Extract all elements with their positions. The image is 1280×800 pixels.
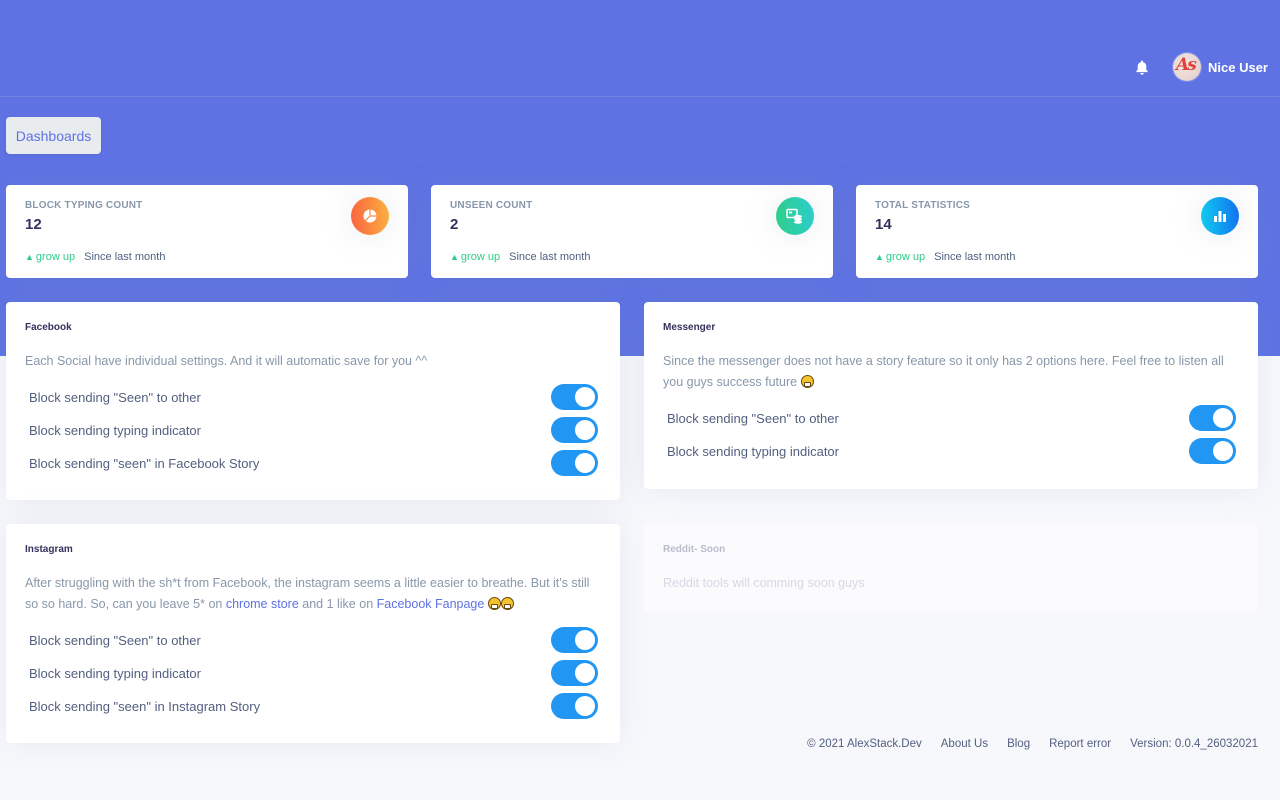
trend-label: grow up: [460, 251, 501, 263]
stat-trend: ▲ grow up Since last month: [875, 251, 1015, 263]
option-row: Block sending "seen" in Facebook Story: [29, 450, 598, 476]
toggle-block-story-seen[interactable]: [551, 693, 598, 719]
since-label: Since last month: [509, 251, 591, 263]
since-label: Since last month: [934, 251, 1016, 263]
chrome-store-link[interactable]: chrome store: [226, 597, 299, 611]
option-label: Block sending "seen" in Facebook Story: [29, 455, 260, 471]
pie-chart-icon: [351, 197, 389, 235]
stat-value: 14: [875, 216, 892, 233]
arrow-up-icon: ▲: [450, 252, 459, 262]
trend-label: grow up: [35, 251, 76, 263]
facebook-fanpage-link[interactable]: Facebook Fanpage: [377, 597, 485, 611]
option-row: Block sending "Seen" to other: [667, 405, 1236, 431]
option-label: Block sending typing indicator: [29, 665, 201, 681]
version-label: Version: 0.0.4_26032021: [1130, 738, 1258, 750]
option-label: Block sending typing indicator: [667, 443, 839, 459]
user-name[interactable]: Nice User: [1208, 60, 1268, 75]
avatar-initials: As: [1176, 55, 1197, 75]
stat-title: UNSEEN COUNT: [450, 200, 533, 211]
option-row: Block sending typing indicator: [667, 438, 1236, 464]
panel-description: Each Social have individual settings. An…: [25, 354, 428, 368]
panel-description: Reddit tools will comming soon guys: [663, 576, 865, 590]
toggle-block-seen[interactable]: [1189, 405, 1236, 431]
stat-value: 12: [25, 216, 42, 233]
stat-card-unseen: UNSEEN COUNT 2 ▲ grow up Since last month: [431, 185, 833, 278]
option-row: Block sending "Seen" to other: [29, 627, 598, 653]
toggle-block-typing[interactable]: [551, 417, 598, 443]
dashboards-button[interactable]: Dashboards: [6, 117, 101, 154]
panel-title: Instagram: [25, 544, 73, 555]
panel-title: Facebook: [25, 322, 72, 333]
toggle-block-seen[interactable]: [551, 627, 598, 653]
toggle-block-seen[interactable]: [551, 384, 598, 410]
arrow-up-icon: ▲: [25, 252, 34, 262]
grimacing-emoji-icon: [487, 597, 501, 610]
option-row: Block sending typing indicator: [29, 417, 598, 443]
toggle-block-typing[interactable]: [1189, 438, 1236, 464]
messenger-panel: Messenger Since the messenger does not h…: [644, 302, 1258, 489]
top-navbar: As Nice User: [0, 0, 1280, 97]
grinning-emoji-icon: [800, 375, 814, 388]
option-label: Block sending "seen" in Instagram Story: [29, 698, 261, 714]
trend-label: grow up: [885, 251, 926, 263]
stat-trend: ▲ grow up Since last month: [450, 251, 590, 263]
since-label: Since last month: [84, 251, 166, 263]
database-icon: [776, 197, 814, 235]
stat-title: BLOCK TYPING COUNT: [25, 200, 143, 211]
bar-chart-icon: [1201, 197, 1239, 235]
bell-icon[interactable]: [1135, 60, 1149, 76]
stat-card-block-typing: BLOCK TYPING COUNT 12 ▲ grow up Since las…: [6, 185, 408, 278]
copyright: © 2021 AlexStack.Dev: [807, 738, 922, 750]
instagram-panel: Instagram After struggling with the sh*t…: [6, 524, 620, 743]
option-row: Block sending "Seen" to other: [29, 384, 598, 410]
option-label: Block sending "Seen" to other: [29, 632, 201, 648]
stat-title: TOTAL STATISTICS: [875, 200, 971, 211]
panel-description: After struggling with the sh*t from Face…: [25, 573, 602, 615]
option-label: Block sending typing indicator: [29, 422, 201, 438]
option-row: Block sending "seen" in Instagram Story: [29, 693, 598, 719]
toggle-block-typing[interactable]: [551, 660, 598, 686]
toggle-block-story-seen[interactable]: [551, 450, 598, 476]
facebook-panel: Facebook Each Social have individual set…: [6, 302, 620, 500]
stat-trend: ▲ grow up Since last month: [25, 251, 165, 263]
panel-description: Since the messenger does not have a stor…: [663, 351, 1240, 393]
description-text: Since the messenger does not have a stor…: [663, 354, 1224, 389]
panel-title: Reddit- Soon: [663, 544, 726, 555]
arrow-up-icon: ▲: [875, 252, 884, 262]
option-row: Block sending typing indicator: [29, 660, 598, 686]
footer: © 2021 AlexStack.Dev About Us Blog Repor…: [807, 738, 1258, 750]
stat-value: 2: [450, 216, 459, 233]
about-us-link[interactable]: About Us: [941, 738, 988, 750]
avatar[interactable]: As: [1173, 53, 1201, 81]
report-error-link[interactable]: Report error: [1049, 738, 1111, 750]
reddit-panel: Reddit- Soon Reddit tools will comming s…: [644, 524, 1258, 612]
stat-card-total: TOTAL STATISTICS 14 ▲ grow up Since last …: [856, 185, 1258, 278]
description-text: and 1 like on: [298, 597, 377, 611]
panel-title: Messenger: [663, 322, 716, 333]
option-label: Block sending "Seen" to other: [29, 389, 201, 405]
option-label: Block sending "Seen" to other: [667, 410, 839, 426]
blog-link[interactable]: Blog: [1007, 738, 1030, 750]
grimacing-emoji-icon: [500, 597, 514, 610]
